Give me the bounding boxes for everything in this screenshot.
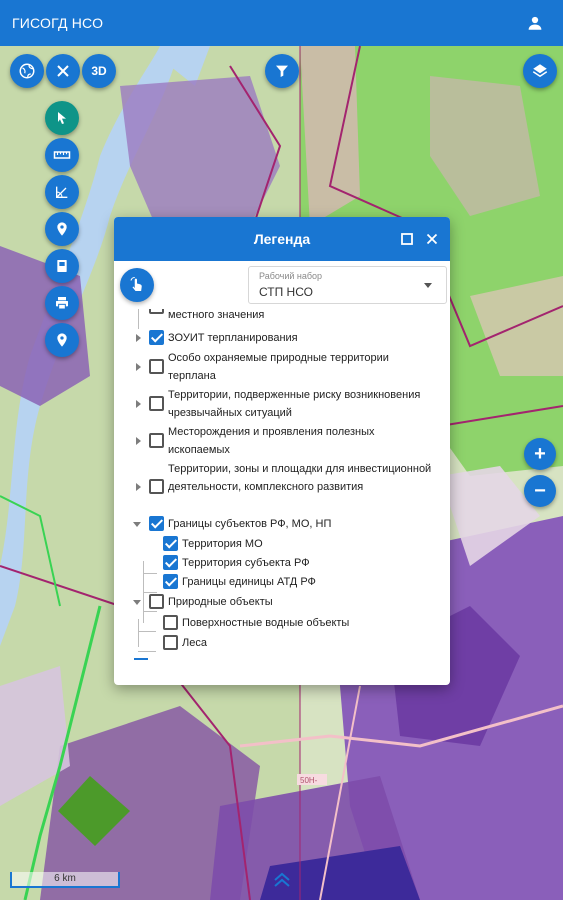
- account-icon[interactable]: [521, 9, 549, 37]
- checkbox[interactable]: [149, 594, 164, 609]
- checkbox[interactable]: [163, 635, 178, 650]
- select-tool-button[interactable]: [45, 101, 79, 135]
- legend-subitem[interactable]: Территория МО: [114, 535, 450, 553]
- legend-title: Легенда: [253, 231, 311, 247]
- checkbox[interactable]: [163, 615, 178, 630]
- layers-button[interactable]: [523, 54, 557, 88]
- app-title: ГИСОГД НСО: [12, 15, 104, 31]
- 3d-button[interactable]: 3D: [82, 54, 116, 88]
- legend-subitem[interactable]: Поверхностные водные объекты: [114, 614, 450, 632]
- chevron-right-icon[interactable]: [136, 363, 141, 371]
- checkbox[interactable]: [149, 359, 164, 374]
- print-button[interactable]: [45, 286, 79, 320]
- checkbox[interactable]: [149, 309, 164, 314]
- filter-icon: [276, 65, 288, 77]
- close-icon[interactable]: [423, 230, 441, 248]
- touch-pointer-icon: [130, 276, 142, 291]
- checkbox[interactable]: [163, 574, 178, 589]
- angle-measure-button[interactable]: [45, 175, 79, 209]
- legend-item[interactable]: Территории, зоны и площадки для инвестиц…: [114, 460, 450, 514]
- checkbox[interactable]: [149, 396, 164, 411]
- reset-legend-button[interactable]: [120, 268, 154, 302]
- close-map-button[interactable]: [46, 54, 80, 88]
- chevron-right-icon[interactable]: [136, 334, 141, 342]
- scale-bar: 6 km: [10, 872, 120, 888]
- close-icon: [57, 65, 69, 77]
- scroll-indicator: [134, 658, 148, 660]
- location-pin-icon: [57, 222, 67, 236]
- legend-item[interactable]: Особо охраняемые природные территории те…: [114, 349, 450, 385]
- working-set-select[interactable]: Рабочий набор СТП НСО: [248, 266, 447, 304]
- checkbox[interactable]: [163, 536, 178, 551]
- ruler-icon: [53, 151, 71, 159]
- legend-subitem[interactable]: Границы единицы АТД РФ: [114, 573, 450, 591]
- globe-button[interactable]: [10, 54, 44, 88]
- bookmark-button[interactable]: [45, 249, 79, 283]
- checkbox[interactable]: [149, 330, 164, 345]
- globe-icon: [19, 63, 35, 79]
- chevron-right-icon[interactable]: [136, 483, 141, 491]
- legend-item[interactable]: Месторождения и проявления полезных иско…: [114, 423, 450, 459]
- zoom-out-button[interactable]: −: [524, 475, 556, 507]
- place-marker-icon: [57, 333, 67, 347]
- legend-dialog: Легенда Рабочий набор СТП НСО местного з…: [114, 217, 450, 685]
- legend-toolbar: Рабочий набор СТП НСО: [114, 261, 450, 309]
- legend-item[interactable]: местного значения: [114, 309, 450, 325]
- layers-icon: [532, 64, 548, 78]
- legend-tree: местного значения ЗОУИТ терпланирования …: [114, 309, 450, 685]
- app-bar: ГИСОГД НСО: [0, 0, 563, 46]
- legend-subitem[interactable]: Территория субъекта РФ: [114, 554, 450, 572]
- ruler-button[interactable]: [45, 138, 79, 172]
- checkbox[interactable]: [149, 433, 164, 448]
- place-marker-button[interactable]: [45, 323, 79, 357]
- print-icon: [56, 297, 68, 310]
- filter-button[interactable]: [265, 54, 299, 88]
- maximize-icon[interactable]: [398, 230, 416, 248]
- road-label: 50Н-: [300, 776, 318, 785]
- bookmark-icon: [57, 260, 67, 272]
- working-set-value: СТП НСО: [259, 285, 313, 299]
- checkbox[interactable]: [163, 555, 178, 570]
- zoom-in-button[interactable]: +: [524, 438, 556, 470]
- angle-measure-icon: [56, 186, 68, 198]
- working-set-label: Рабочий набор: [259, 271, 323, 281]
- legend-subitem[interactable]: Леса: [114, 634, 450, 652]
- checkbox[interactable]: [149, 516, 164, 531]
- chevron-right-icon[interactable]: [136, 400, 141, 408]
- chevron-down-icon[interactable]: [133, 522, 141, 527]
- chevron-down-icon[interactable]: [133, 600, 141, 605]
- legend-item[interactable]: ЗОУИТ терпланирования: [114, 329, 450, 347]
- chevron-down-icon: [424, 283, 432, 288]
- location-button[interactable]: [45, 212, 79, 246]
- legend-item[interactable]: Природные объекты: [114, 593, 450, 611]
- chevron-right-icon[interactable]: [136, 437, 141, 445]
- legend-item[interactable]: Территории, подверженные риску возникнов…: [114, 386, 450, 422]
- legend-item[interactable]: Границы субъектов РФ, МО, НП: [114, 515, 450, 533]
- expand-up-icon[interactable]: [272, 872, 292, 893]
- legend-header: Легенда: [114, 217, 450, 261]
- checkbox[interactable]: [149, 479, 164, 494]
- select-cursor-icon: [58, 112, 66, 124]
